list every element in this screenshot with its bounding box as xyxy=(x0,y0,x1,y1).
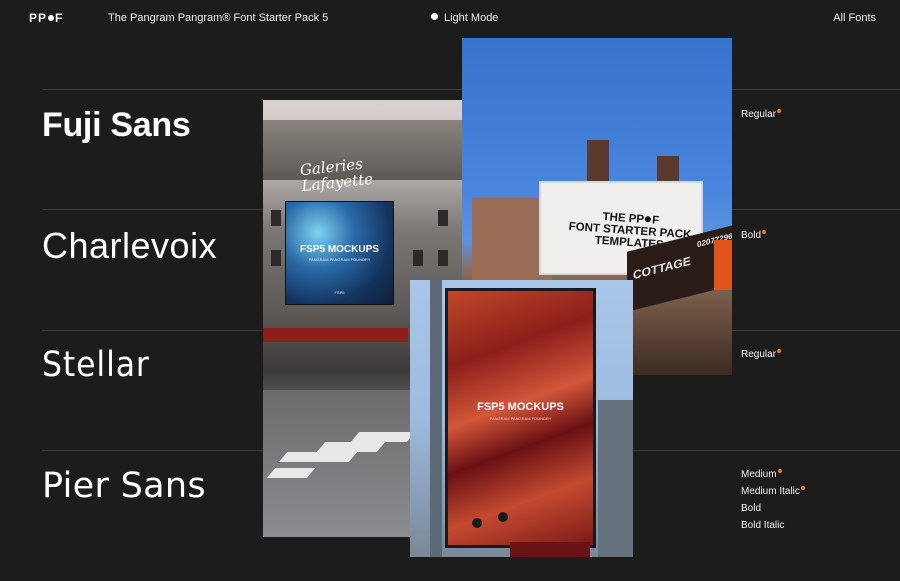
logo-text-right: F xyxy=(55,11,64,25)
billboard-line: F xyxy=(651,214,660,227)
street-lamp xyxy=(498,512,508,522)
logo-dot-icon xyxy=(644,216,652,223)
font-name-stellar[interactable]: Stellar xyxy=(42,345,150,385)
style-list-stellar: Regular xyxy=(741,346,782,363)
chimney xyxy=(587,140,609,184)
logo-text-left: PP xyxy=(29,11,48,25)
all-fonts-link[interactable]: All Fonts xyxy=(833,12,876,24)
style-label: Regular xyxy=(741,349,777,360)
style-label: Bold Italic xyxy=(741,520,785,531)
billboard-foot: FSP5 xyxy=(334,290,345,295)
new-dot-icon xyxy=(777,469,782,473)
billboard-text: FSP5 MOCKUPS xyxy=(300,244,379,255)
logo[interactable]: PP F xyxy=(29,11,63,25)
style-item[interactable]: Bold xyxy=(741,227,767,244)
mode-label: Light Mode xyxy=(444,12,499,24)
crosswalk-stripe xyxy=(316,442,386,452)
logo-dot-icon xyxy=(48,15,55,22)
window xyxy=(271,250,281,266)
window xyxy=(438,210,448,226)
billboard-subtext: PANGRAM PANGRAM FOUNDRY xyxy=(308,257,371,262)
font-name-pier-sans[interactable]: Pier Sans xyxy=(42,466,206,506)
style-label: Bold xyxy=(741,503,762,514)
light-mode-toggle[interactable]: Light Mode xyxy=(431,12,498,24)
mode-dot-icon xyxy=(431,13,438,20)
window xyxy=(438,250,448,266)
orange-sign xyxy=(714,240,732,290)
galeries-script-sign: Galeries Lafayette xyxy=(299,154,374,196)
style-list-pier-sans: Medium Medium Italic Bold Bold Italic xyxy=(741,466,805,534)
window xyxy=(413,250,423,266)
style-list-fuji-sans: Regular xyxy=(741,106,782,123)
crosswalk-stripe xyxy=(266,468,316,478)
billboard-pole xyxy=(430,280,442,557)
crosswalk-stripe xyxy=(350,432,416,442)
new-dot-icon xyxy=(762,230,767,234)
storefront-sign xyxy=(510,542,590,557)
crosswalk-stripe xyxy=(278,452,358,462)
new-dot-icon xyxy=(777,109,782,113)
street-lamp xyxy=(472,518,482,528)
red-billboard: FSP5 MOCKUPS PANGRAM PANGRAM FOUNDRY xyxy=(445,288,596,548)
mockup-photo-red-billboard: FSP5 MOCKUPS PANGRAM PANGRAM FOUNDRY xyxy=(410,280,633,557)
style-item[interactable]: Medium xyxy=(741,466,805,483)
font-name-charlevoix[interactable]: Charlevoix xyxy=(42,225,217,267)
billboard-text: FSP5 MOCKUPS xyxy=(477,401,564,413)
style-label: Bold xyxy=(741,230,762,241)
pack-title: The Pangram Pangram® Font Starter Pack 5 xyxy=(108,12,329,24)
window xyxy=(271,210,281,226)
blue-billboard: FSP5 MOCKUPS PANGRAM PANGRAM FOUNDRY FSP… xyxy=(285,201,394,305)
store-awning xyxy=(263,328,408,342)
style-item[interactable]: Regular xyxy=(741,346,782,363)
style-label: Regular xyxy=(741,109,777,120)
style-item[interactable]: Regular xyxy=(741,106,782,123)
font-name-fuji-sans[interactable]: Fuji Sans xyxy=(42,106,191,145)
top-bar: PP F The Pangram Pangram® Font Starter Pa… xyxy=(0,0,900,38)
new-dot-icon xyxy=(777,349,782,353)
billboard-subtext: PANGRAM PANGRAM FOUNDRY xyxy=(489,416,552,421)
style-item[interactable]: Medium Italic xyxy=(741,483,805,500)
style-list-charlevoix: Bold xyxy=(741,227,767,244)
shop-sign-text: COTTAGE xyxy=(633,253,691,283)
style-label: Medium xyxy=(741,469,777,480)
new-dot-icon xyxy=(800,486,805,490)
style-label: Medium Italic xyxy=(741,486,800,497)
tower xyxy=(598,400,633,557)
style-item[interactable]: Bold xyxy=(741,500,805,517)
style-item[interactable]: Bold Italic xyxy=(741,517,805,534)
